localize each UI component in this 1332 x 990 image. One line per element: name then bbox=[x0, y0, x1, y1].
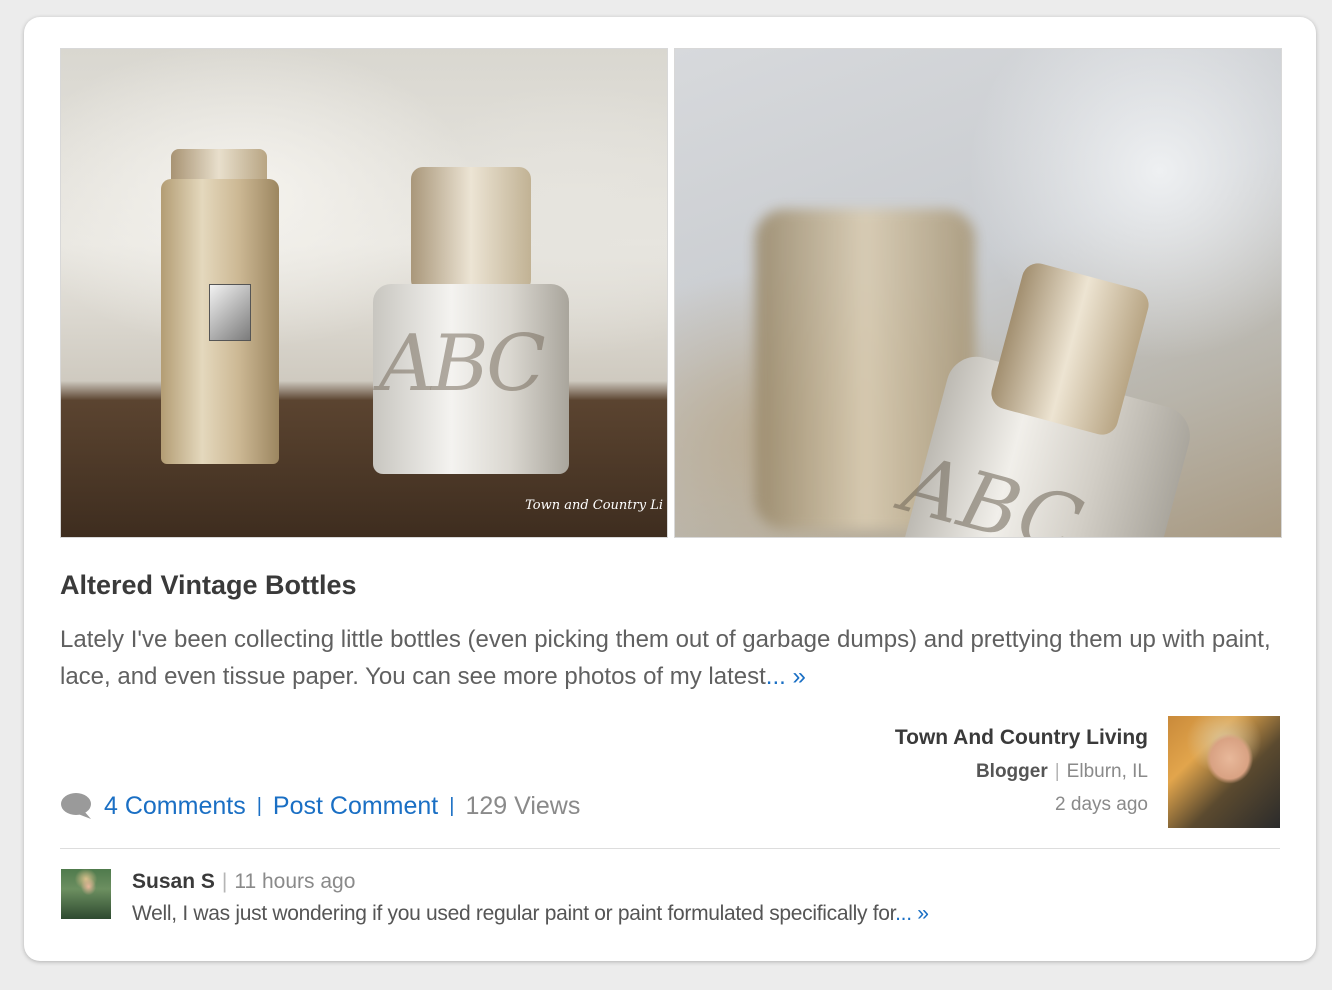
post-title[interactable]: Altered Vintage Bottles bbox=[60, 570, 357, 601]
commenter-name[interactable]: Susan S bbox=[132, 870, 215, 893]
bottle-neck bbox=[411, 167, 531, 292]
divider bbox=[60, 848, 1280, 849]
bottle-monogram: ABC bbox=[379, 319, 546, 409]
post-card: ABC Town and Country Li ABC Altered Vint… bbox=[24, 17, 1316, 961]
stats-separator: | bbox=[449, 794, 455, 817]
author-name[interactable]: Town And Country Living bbox=[895, 726, 1148, 750]
post-comment-link[interactable]: Post Comment bbox=[273, 792, 438, 821]
comment-separator: | bbox=[221, 870, 228, 893]
post-timestamp: 2 days ago bbox=[1055, 794, 1148, 815]
comment-timestamp: 11 hours ago bbox=[234, 870, 356, 893]
comments-link[interactable]: 4 Comments bbox=[104, 792, 246, 821]
views-count: 129 Views bbox=[465, 791, 581, 820]
comment-body: Well, I was just wondering if you used r… bbox=[132, 902, 929, 926]
author-location: Elburn, IL bbox=[1066, 761, 1148, 782]
post-excerpt-text: Lately I've been collecting little bottl… bbox=[60, 626, 1271, 690]
read-more-link[interactable]: ... » bbox=[766, 663, 806, 690]
photo-watermark: Town and Country Li bbox=[525, 498, 663, 513]
stats-separator: | bbox=[256, 794, 262, 817]
bottle-tag bbox=[209, 284, 251, 341]
post-photo-2[interactable]: ABC bbox=[674, 48, 1282, 538]
post-photo-1[interactable]: ABC Town and Country Li bbox=[60, 48, 668, 538]
post-stats: 4 Comments | Post Comment | 129 Views bbox=[60, 791, 580, 821]
commenter-avatar[interactable] bbox=[61, 869, 111, 919]
meta-separator: | bbox=[1054, 761, 1060, 782]
comment-text: Well, I was just wondering if you used r… bbox=[132, 902, 896, 925]
speech-bubble-icon bbox=[61, 793, 91, 819]
author-role: Blogger bbox=[975, 761, 1048, 782]
author-meta: Blogger | Elburn, IL bbox=[976, 761, 1148, 783]
author-avatar[interactable] bbox=[1168, 716, 1280, 828]
comment-header: Susan S | 11 hours ago bbox=[132, 870, 355, 894]
post-excerpt: Lately I've been collecting little bottl… bbox=[60, 621, 1280, 695]
comment-read-more-link[interactable]: ... » bbox=[895, 902, 929, 925]
